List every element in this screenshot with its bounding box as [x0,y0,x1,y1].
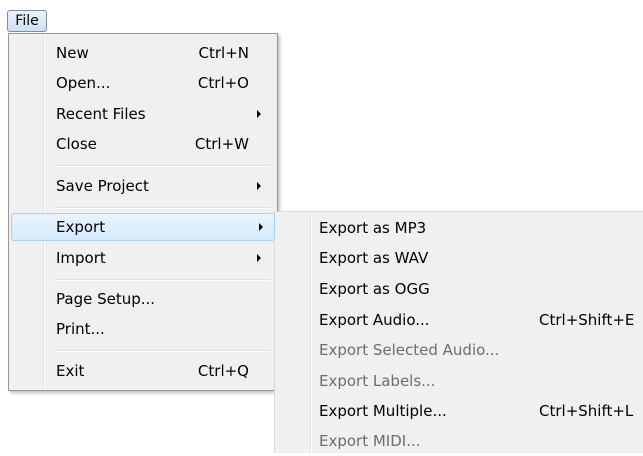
submenu-arrow-icon [257,254,261,262]
menu-separator [54,165,270,167]
submenu-item-label: Export as WAV [319,249,429,267]
menu-item-label: Recent Files [56,105,146,123]
submenu-item-export-labels: Export Labels... [275,366,643,396]
menu-item-label: New [56,44,89,62]
menu-item-exit[interactable]: Exit Ctrl+Q [11,357,275,385]
menu-item-label: Import [56,249,106,267]
submenu-arrow-icon [259,223,263,231]
menu-item-page-setup[interactable]: Page Setup... [11,285,275,313]
menu-item-label: Export [56,218,106,236]
submenu-arrow-icon [257,182,261,190]
menu-item-import[interactable]: Import [11,244,275,272]
menu-item-label: Exit [56,362,85,380]
menu-item-open[interactable]: Open... Ctrl+O [11,69,275,97]
menu-item-export[interactable]: Export [11,213,275,241]
submenu-item-label: Export as MP3 [319,219,427,237]
menu-item-save-project[interactable]: Save Project [11,172,275,200]
menu-item-recent-files[interactable]: Recent Files [11,100,275,128]
submenu-item-label: Export Audio... [319,311,430,329]
file-menu-button[interactable]: File [7,10,47,32]
menu-separator [54,350,270,352]
submenu-arrow-icon [257,110,261,118]
menu-item-close[interactable]: Close Ctrl+W [11,130,275,158]
submenu-item-export-ogg[interactable]: Export as OGG [275,274,643,304]
submenu-item-label: Export as OGG [319,280,430,298]
submenu-item-label: Export Multiple... [319,402,447,420]
submenu-item-export-audio[interactable]: Export Audio... Ctrl+Shift+E [275,305,643,335]
menu-separator [54,207,270,209]
menu-item-shortcut: Ctrl+O [197,74,249,92]
menu-item-print[interactable]: Print... [11,315,275,343]
menu-item-label: Print... [56,320,105,338]
submenu-item-export-multiple[interactable]: Export Multiple... Ctrl+Shift+L [275,396,643,426]
submenu-item-shortcut: Ctrl+Shift+L [539,402,634,420]
file-menu-label: File [15,13,39,29]
export-submenu: Export as MP3 Export as WAV Export as OG… [274,211,643,453]
file-menu: New Ctrl+N Open... Ctrl+O Recent Files C… [8,33,278,391]
menu-item-shortcut: Ctrl+N [198,44,249,62]
submenu-item-label: Export Selected Audio... [319,341,500,359]
menu-item-shortcut: Ctrl+Q [197,362,249,380]
menu-separator [54,279,270,281]
menu-item-label: Page Setup... [56,290,156,308]
submenu-item-export-midi: Export MIDI... [275,426,643,456]
menu-item-label: Open... [56,74,111,92]
menu-item-shortcut: Ctrl+W [194,135,249,153]
submenu-item-label: Export MIDI... [319,432,421,450]
submenu-item-export-selected-audio: Export Selected Audio... [275,335,643,365]
submenu-item-label: Export Labels... [319,372,436,390]
menu-item-new[interactable]: New Ctrl+N [11,39,275,67]
submenu-item-export-wav[interactable]: Export as WAV [275,243,643,273]
submenu-item-shortcut: Ctrl+Shift+E [539,311,635,329]
menu-item-label: Close [56,135,97,153]
menu-item-label: Save Project [56,177,149,195]
submenu-item-export-mp3[interactable]: Export as MP3 [275,213,643,243]
